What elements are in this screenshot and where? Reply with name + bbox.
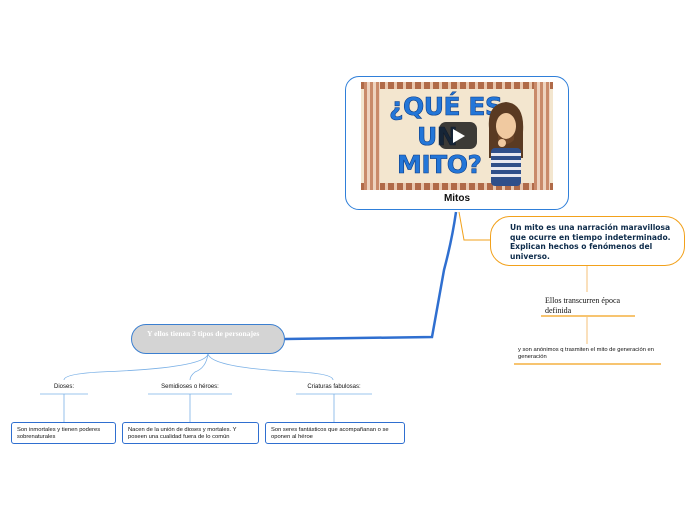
leaf-criaturas-description[interactable]: Son seres fantásticos que acompañanan o … — [265, 422, 405, 444]
connector-central-definition — [458, 211, 490, 241]
note-anonimos[interactable]: y son anónimos q trasmiten el mito de ge… — [518, 347, 668, 361]
frieze-decoration — [361, 82, 553, 89]
central-topic-label: Mitos — [443, 193, 471, 204]
definition-text: Un mito es una narración maravillosa que… — [510, 223, 671, 261]
type-semidioses-label[interactable]: Semidioses o héroes: — [145, 384, 235, 390]
connector-central-characters — [284, 211, 458, 341]
connector-characters-dioses — [63, 353, 209, 381]
video-thumbnail[interactable]: ¿QUÉ ES UN MITO? — [361, 82, 553, 190]
characters-label: Y ellos tienen 3 tipos de personajes — [147, 329, 260, 338]
play-icon[interactable] — [439, 122, 477, 149]
note-epoca[interactable]: Ellos transcurren época definida — [545, 296, 637, 316]
leaf-dioses-description[interactable]: Son inmortales y tienen poderes sobrenat… — [11, 422, 116, 444]
connector-characters-criaturas — [207, 353, 334, 381]
type-criaturas-label[interactable]: Criaturas fabulosas: — [293, 384, 375, 390]
type-dioses-label[interactable]: Dioses: — [34, 384, 94, 390]
column-right-decoration — [534, 82, 550, 190]
cartoon-figure-illustration — [488, 102, 524, 186]
video-title-line-3: MITO? — [397, 150, 483, 179]
leaf-semidioses-description[interactable]: Nacen de la unión de dioses y mortales. … — [122, 422, 259, 444]
column-left-decoration — [364, 82, 380, 190]
